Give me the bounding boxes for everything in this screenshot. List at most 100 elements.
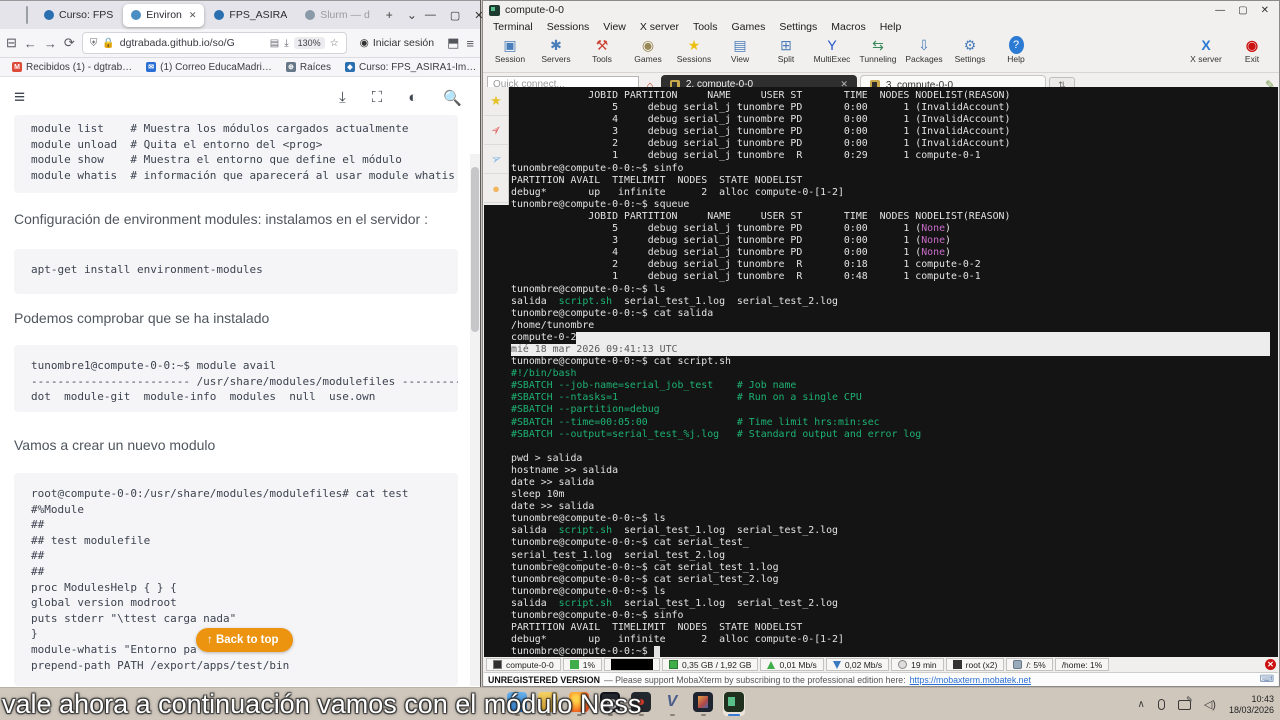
menu-item-view[interactable]: View: [603, 21, 626, 33]
system-tray: ∧ ◁) 10:43 18/03/2026: [1138, 688, 1275, 720]
browser-scrollbar[interactable]: [470, 154, 480, 686]
app-menu-icon[interactable]: ≡: [466, 36, 474, 51]
back-icon[interactable]: ←: [24, 36, 37, 51]
pen-display-icon[interactable]: [1177, 695, 1193, 710]
mobatek-link[interactable]: https://mobaxterm.mobatek.net: [910, 675, 1031, 685]
back-to-top-button[interactable]: ↑ Back to top: [196, 628, 293, 652]
menu-item-tools[interactable]: Tools: [693, 21, 718, 33]
extension-icon[interactable]: ⬒: [447, 35, 459, 51]
sidebar-icon[interactable]: ⊟: [6, 35, 17, 51]
menu-item-sessions[interactable]: Sessions: [547, 21, 590, 33]
terminal-line: #!/bin/bash: [511, 368, 577, 380]
menu-item-macros[interactable]: Macros: [831, 21, 865, 33]
taskbar-app-mobaxterm[interactable]: [723, 692, 745, 716]
speaker-icon[interactable]: ◁): [1204, 698, 1216, 711]
microphone-icon[interactable]: [1157, 699, 1165, 710]
tab-favicon: [214, 10, 225, 20]
minimize-button[interactable]: —: [425, 9, 436, 22]
maximize-button[interactable]: ▢: [1238, 5, 1247, 16]
url-text[interactable]: dgtrabada.github.io/so/G: [120, 37, 265, 49]
toolbar-button-help[interactable]: ? Help: [995, 36, 1037, 64]
browser-tab[interactable]: Slurm — d: [297, 4, 378, 27]
reader-mode-icon[interactable]: ▤: [270, 38, 279, 49]
search-icon[interactable]: 🔍: [443, 89, 462, 107]
toolbar-button-x-server[interactable]: XX server: [1185, 36, 1227, 64]
toolbar-button-tools[interactable]: ⚒ Tools: [581, 36, 623, 64]
sftp-plane-icon[interactable]: ➢: [484, 145, 508, 174]
toolbar-button-games[interactable]: ◉ Games: [627, 36, 669, 64]
window-title: compute-0-0: [505, 4, 564, 16]
toolbar-button-servers[interactable]: ✱ Servers: [535, 36, 577, 64]
keyboard-icon[interactable]: ⌨: [1260, 674, 1274, 685]
url-bar[interactable]: ⛨ 🔒 dgtrabada.github.io/so/G ▤ ⤓ 130% ☆: [81, 32, 347, 54]
status-bar: compute-0-0 1% 0,35 GB / 1,92 GB 0,01 Mb/s 0…: [484, 657, 1278, 672]
bookmark-item[interactable]: M Recibidos (1) - dgtrab…: [12, 62, 132, 73]
minimize-button[interactable]: —: [1215, 5, 1225, 16]
toolbar-button-session[interactable]: ▣ Session: [489, 36, 531, 64]
macros-icon[interactable]: ●: [484, 174, 508, 203]
tab-list-chevron-icon[interactable]: ⌄: [401, 8, 423, 22]
taskbar-app-photos-app[interactable]: [692, 692, 714, 716]
zoom-level-badge[interactable]: 130%: [293, 37, 325, 49]
download-icon[interactable]: ⤓: [339, 89, 346, 107]
maximize-button[interactable]: ▢: [450, 9, 460, 22]
terminal-line: #SBATCH --output=serial_test_%j.log # St…: [511, 428, 922, 440]
tab-close-icon[interactable]: ✕: [189, 10, 197, 21]
toolbar-button-sessions[interactable]: ★ Sessions: [673, 36, 715, 64]
toolbar-label: View: [730, 54, 750, 64]
fullscreen-icon[interactable]: ⛶: [372, 89, 383, 107]
terminal[interactable]: ★ ➢ ➢ ● JOBID PARTITION NAME USER ST TIME N…: [484, 87, 1278, 659]
toolbar-button-exit[interactable]: ◉ Exit: [1231, 36, 1273, 64]
terminal-line: sleep 10m: [511, 489, 565, 501]
tray-chevron-icon[interactable]: ∧: [1138, 699, 1145, 710]
taskbar-app-v-app[interactable]: V: [661, 692, 683, 716]
disconnect-icon[interactable]: ✕: [1265, 659, 1276, 670]
contrast-icon[interactable]: ◐: [408, 89, 417, 107]
toolbar-button-multiexec[interactable]: Y MultiExec: [811, 36, 853, 64]
toolbar-button-settings[interactable]: ⚙ Settings: [949, 36, 991, 64]
save-page-icon[interactable]: ⤓: [284, 38, 288, 49]
tab-title: Curso: FPS: [59, 9, 114, 21]
forward-icon[interactable]: →: [44, 36, 57, 51]
terminal-line: tunombre@compute-0-0:~$ ls: [511, 283, 666, 295]
toolbar-button-tunneling[interactable]: ⇆ Tunneling: [857, 36, 899, 64]
menu-item-help[interactable]: Help: [880, 21, 902, 33]
tools-icon[interactable]: ➢: [484, 116, 508, 145]
signin-button[interactable]: ◉ Iniciar sesión: [354, 35, 440, 51]
games-icon: ◉: [641, 37, 655, 53]
status-label: 0,35 GB / 1,92 GB: [682, 659, 752, 670]
toolbar-label: Sessions: [676, 54, 712, 64]
toolbar-button-split[interactable]: ⊞ Split: [765, 36, 807, 64]
bookmark-star-icon[interactable]: ☆: [330, 38, 339, 49]
code-line: dot module-git module-info modules null …: [31, 390, 376, 404]
tools-icon: ⚒: [595, 37, 609, 53]
toolbar-label: Split: [777, 54, 795, 64]
bookmark-item[interactable]: ⊕ Raíces: [285, 62, 331, 73]
browser-tab[interactable]: Environ ✕: [123, 3, 205, 27]
firefox-view-icon[interactable]: [26, 6, 28, 24]
menu-item-settings[interactable]: Settings: [779, 21, 817, 33]
bookmark-item[interactable]: ◆ Curso: FPS_ASIRA1-Im…: [345, 62, 476, 73]
bookmark-item[interactable]: ✉ (1) Correo EducaMadri…: [146, 62, 272, 73]
shield-icon[interactable]: ⛨: [90, 38, 98, 49]
clock[interactable]: 10:43 18/03/2026: [1229, 694, 1274, 716]
browser-tab[interactable]: Curso: FPS: [36, 4, 121, 27]
scrollbar-thumb[interactable]: [471, 167, 479, 332]
reload-icon[interactable]: ⟳: [64, 35, 75, 51]
lock-icon[interactable]: 🔒: [102, 38, 114, 49]
term-icon: [493, 660, 502, 669]
code-block-module-commands: module list # Muestra los módulos cargad…: [14, 115, 458, 193]
close-button[interactable]: ✕: [1261, 5, 1269, 16]
toolbar-button-view[interactable]: ▤ View: [719, 36, 761, 64]
sessions-star-icon[interactable]: ★: [484, 87, 508, 116]
packages-icon: ⇩: [918, 37, 930, 53]
tray-date: 18/03/2026: [1228, 704, 1274, 715]
menu-item-x-server[interactable]: X server: [640, 21, 679, 33]
new-tab-button[interactable]: +: [380, 8, 399, 22]
terminal-line: /home/tunombre: [511, 319, 595, 331]
toolbar-button-packages[interactable]: ⇩ Packages: [903, 36, 945, 64]
menu-item-games[interactable]: Games: [731, 21, 765, 33]
menu-item-terminal[interactable]: Terminal: [493, 21, 533, 33]
doc-menu-icon[interactable]: ≡: [14, 87, 25, 109]
browser-tab[interactable]: FPS_ASIRA: [206, 4, 295, 27]
